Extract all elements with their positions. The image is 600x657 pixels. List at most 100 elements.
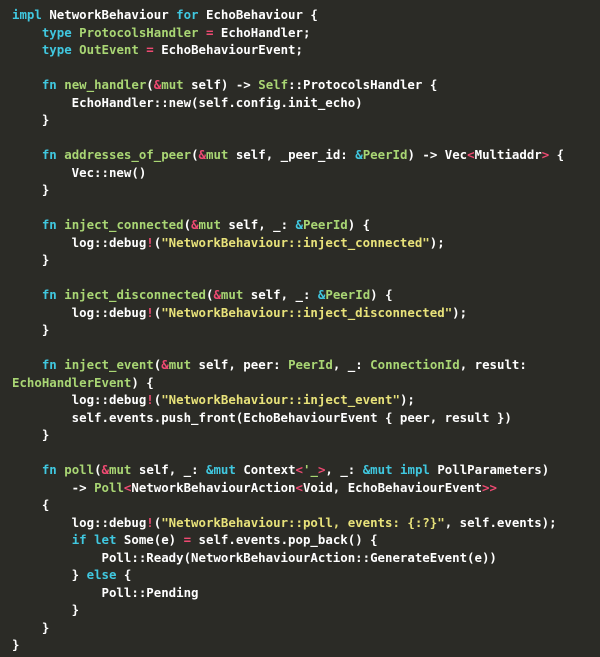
code-token-punct: & xyxy=(191,217,199,232)
code-token-white: self, _: xyxy=(243,287,318,302)
code-token-white: log::debug xyxy=(12,234,147,250)
code-line: EchoHandler::new(self.config.init_echo) xyxy=(0,94,600,112)
code-line: -> Poll<NetworkBehaviourAction<Void, Ech… xyxy=(0,479,600,497)
code-token-punct: = xyxy=(146,42,154,57)
code-token-white: self) -> xyxy=(183,77,259,92)
code-token-white: log::debug xyxy=(12,304,147,320)
code-token-fn: inject_event xyxy=(64,357,154,372)
code-token-white: ); xyxy=(399,392,415,407)
code-token-kw: else xyxy=(86,567,117,582)
code-token-punct: < xyxy=(467,147,475,162)
code-token-white: ) { xyxy=(131,374,154,390)
code-token-type: ConnectionId xyxy=(370,357,460,372)
code-token-white: } xyxy=(12,602,80,617)
code-token-white: } xyxy=(12,182,50,197)
code-line: log::debug!("NetworkBehaviour::inject_co… xyxy=(0,234,600,252)
code-token-white: ) -> Vec xyxy=(407,147,468,162)
code-token-white: Poll::Ready(NetworkBehaviourAction::Gene… xyxy=(12,549,497,565)
code-token-type: mut xyxy=(220,287,244,302)
code-token-punct: = xyxy=(183,532,192,547)
code-token-type: mut xyxy=(161,77,184,92)
code-line: } xyxy=(0,111,600,129)
code-token-kw: &mut xyxy=(362,462,393,477)
code-token-white: Void, EchoBehaviourEvent xyxy=(302,479,483,495)
code-token-type: Self xyxy=(258,77,289,92)
code-token-kw: impl xyxy=(12,7,50,22)
code-line: log::debug!("NetworkBehaviour::poll, eve… xyxy=(0,514,600,532)
code-line: } xyxy=(0,601,600,619)
code-token-punct: ! xyxy=(146,392,154,407)
code-token-white: -> xyxy=(12,479,95,495)
code-token-kw: if xyxy=(71,532,95,547)
code-line: self.events.push_front(EchoBehaviourEven… xyxy=(0,409,600,427)
code-token-kw: fn xyxy=(41,147,65,162)
code-token-white: ( xyxy=(94,462,102,477)
code-token-punct: ! xyxy=(146,234,154,250)
code-token-type: PeerId xyxy=(325,287,371,302)
code-token-fn: poll xyxy=(64,462,95,477)
code-token-white: ( xyxy=(146,77,154,92)
code-token-kw: let xyxy=(94,532,124,547)
code-token-white: } xyxy=(12,427,50,442)
code-token-punct: & xyxy=(161,357,169,372)
code-line: } xyxy=(0,636,600,654)
code-line: type ProtocolsHandler = EchoHandler; xyxy=(0,24,600,42)
code-token-white: ( xyxy=(191,147,199,162)
code-token-fn: inject_connected xyxy=(64,217,184,232)
code-token-white: Context xyxy=(235,462,296,477)
code-token-white: { xyxy=(12,497,50,512)
code-token-white: , self.events); xyxy=(444,514,557,530)
code-token-white: log::debug xyxy=(12,392,147,407)
code-token-white: NetworkBehaviour xyxy=(49,7,177,22)
code-line: { xyxy=(0,496,600,514)
code-line: impl NetworkBehaviour for EchoBehaviour … xyxy=(0,6,600,24)
code-token-type: EchoHandlerEvent xyxy=(12,374,132,390)
code-token-kw: fn xyxy=(41,357,65,372)
code-token-white: Some(e) xyxy=(123,532,184,547)
code-token-white: ); xyxy=(452,304,468,320)
code-token-white: PollParameters) xyxy=(429,462,550,477)
code-token-white: self.events.push_front(EchoBehaviourEven… xyxy=(12,409,512,425)
code-token-fn: inject_disconnected xyxy=(64,287,206,302)
code-line: } xyxy=(0,251,600,269)
code-line: } xyxy=(0,321,600,339)
code-token-type: mut xyxy=(109,462,132,477)
code-token-kw: fn xyxy=(41,287,65,302)
code-viewer[interactable]: impl NetworkBehaviour for EchoBehaviour … xyxy=(0,0,600,657)
code-token-str: "NetworkBehaviour::inject_connected" xyxy=(161,234,430,250)
code-token-white: } xyxy=(12,637,20,652)
code-line: log::debug!("NetworkBehaviour::inject_ev… xyxy=(0,391,600,409)
code-token-white: ) { xyxy=(347,217,371,232)
code-token-fn: addresses_of_peer xyxy=(64,147,192,162)
code-token-kw: for xyxy=(176,7,206,22)
code-token-type: ProtocolsHandler xyxy=(79,24,206,40)
code-token-white: Multiaddr xyxy=(474,147,542,162)
code-line: } xyxy=(0,426,600,444)
code-token-kw: & xyxy=(355,147,363,162)
code-line: fn inject_event(&mut self, peer: PeerId,… xyxy=(0,356,600,374)
code-token-kw: type xyxy=(41,24,80,40)
code-line: fn inject_connected(&mut self, _: &PeerI… xyxy=(0,216,600,234)
code-token-white: ); xyxy=(429,234,445,250)
code-token-str: "NetworkBehaviour::inject_disconnected" xyxy=(161,304,453,320)
code-line: fn poll(&mut self, _: &mut Context<'_>, … xyxy=(0,461,600,479)
code-token-white: ( xyxy=(183,217,192,232)
code-token-white: { xyxy=(116,567,132,582)
code-token-white: } xyxy=(12,252,50,267)
code-token-punct: & xyxy=(198,147,206,162)
code-block[interactable]: impl NetworkBehaviour for EchoBehaviour … xyxy=(0,6,600,654)
code-token-white: self.events.pop_back() { xyxy=(191,532,378,547)
code-token-kw: fn xyxy=(41,462,65,477)
code-token-white: } xyxy=(12,322,50,337)
code-token-white: self, _: xyxy=(131,462,207,477)
code-token-fn: new_handler xyxy=(64,77,147,92)
code-token-white: , _: xyxy=(332,357,371,372)
code-line: log::debug!("NetworkBehaviour::inject_di… xyxy=(0,304,600,322)
